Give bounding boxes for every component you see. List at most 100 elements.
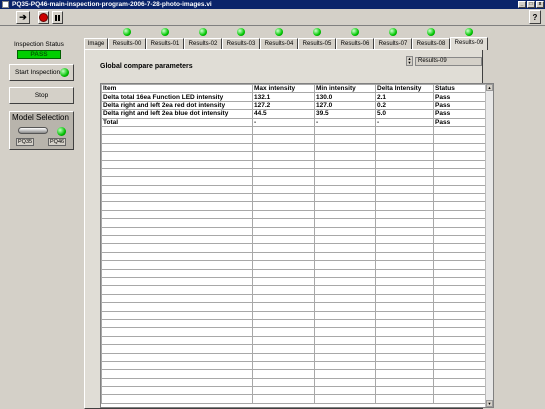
model-option-pq46[interactable]: PQ46: [48, 138, 67, 146]
table-cell: [314, 176, 376, 186]
table-row: [101, 369, 488, 379]
results-selector[interactable]: ▲ ▼ Results-09: [406, 56, 482, 66]
tab-results-05[interactable]: Results-05: [298, 38, 336, 49]
run-arrow-icon[interactable]: ➔: [16, 11, 30, 24]
table-cell: 127.2: [252, 100, 315, 111]
table-cell: [433, 386, 488, 396]
table-cell: [101, 235, 253, 245]
spin-arrows-icon[interactable]: ▲ ▼: [406, 56, 413, 66]
table-row: [101, 327, 488, 337]
table-cell: Delta right and left 2ea red dot intensi…: [101, 100, 253, 111]
table-row: [101, 125, 488, 136]
tab-results-00[interactable]: Results-00: [108, 38, 146, 49]
table-row: [101, 235, 488, 245]
table-cell: [314, 260, 376, 270]
table-cell: [314, 193, 376, 203]
model-switch[interactable]: [18, 127, 48, 134]
toolbar: ➔ ?: [0, 9, 545, 26]
table-cell: [252, 167, 315, 178]
minimize-button[interactable]: _: [518, 1, 526, 8]
table-cell: [375, 251, 434, 262]
column-header: Max intensity: [252, 84, 315, 94]
table-cell: Pass: [433, 109, 488, 119]
start-inspection-button[interactable]: Start Inspection: [9, 64, 74, 81]
table-row: [101, 151, 488, 161]
tab-results-01[interactable]: Results-01: [146, 38, 184, 49]
table-cell: 132.1: [252, 92, 315, 102]
pause-icon[interactable]: [52, 11, 63, 24]
table-cell: [252, 293, 315, 304]
table-cell: [252, 302, 315, 312]
table-cell: [433, 335, 488, 346]
table-cell: [375, 285, 434, 295]
table-cell: [252, 394, 315, 404]
table-cell: [101, 201, 253, 211]
table-row: [101, 209, 488, 220]
table-cell: Pass: [433, 117, 488, 127]
result-led-icon: [237, 28, 245, 36]
tab-results-09[interactable]: Results-09: [450, 37, 488, 50]
table-row: [101, 260, 488, 270]
table-cell: [101, 151, 253, 161]
table-cell: [433, 310, 488, 320]
table-cell: [375, 310, 434, 320]
table-cell: [375, 159, 434, 169]
table-cell: [252, 344, 315, 354]
table-row: Delta total 16ea Function LED intensity 1…: [101, 92, 488, 102]
tab-image[interactable]: Image: [84, 38, 108, 49]
table-cell: [375, 327, 434, 337]
table-cell: [375, 377, 434, 388]
result-led-icon: [123, 28, 131, 36]
tab-results-02[interactable]: Results-02: [184, 38, 222, 49]
table-row: [101, 285, 488, 295]
table-cell: [375, 243, 434, 253]
table-cell: 44.5: [252, 109, 315, 119]
close-button[interactable]: x: [536, 1, 544, 8]
table-cell: [433, 318, 488, 329]
table-cell: [375, 260, 434, 270]
table-row: [101, 293, 488, 304]
tab-results-07[interactable]: Results-07: [374, 38, 412, 49]
table-scrollbar[interactable]: ▲ ▼: [485, 84, 493, 407]
table-cell: [252, 318, 315, 329]
result-led-icon: [465, 28, 473, 36]
table-cell: Total: [101, 117, 253, 127]
model-option-pq35[interactable]: PQ35: [16, 138, 35, 146]
table-cell: [252, 184, 315, 195]
table-cell: [101, 134, 253, 144]
table-row: [101, 394, 488, 404]
table-cell: [314, 151, 376, 161]
table-cell: [314, 344, 376, 354]
table-row: [101, 386, 488, 396]
table-cell: [314, 352, 376, 362]
table-cell: -: [314, 117, 376, 127]
tab-results-06[interactable]: Results-06: [336, 38, 374, 49]
tab-results-08[interactable]: Results-08: [412, 38, 450, 49]
help-icon[interactable]: ?: [529, 10, 541, 24]
table-row: Total - - - Pass: [101, 117, 488, 127]
table-row: [101, 310, 488, 320]
tab-results-03[interactable]: Results-03: [222, 38, 260, 49]
table-cell: Delta right and left 2ea blue dot intens…: [101, 109, 253, 119]
table-cell: [101, 251, 253, 262]
table-cell: [433, 243, 488, 253]
table-cell: [433, 293, 488, 304]
tab-results-04[interactable]: Results-04: [260, 38, 298, 49]
result-led-icon: [427, 28, 435, 36]
table-cell: [433, 260, 488, 270]
table-cell: [252, 285, 315, 295]
maximize-button[interactable]: □: [527, 1, 535, 8]
scroll-up-icon[interactable]: ▲: [486, 84, 493, 91]
scroll-down-icon[interactable]: ▼: [486, 400, 493, 407]
table-cell: [314, 310, 376, 320]
abort-execution-icon[interactable]: [38, 11, 49, 24]
table-cell: [375, 218, 434, 228]
table-cell: [101, 159, 253, 169]
table-cell: [314, 226, 376, 237]
table-cell: [252, 209, 315, 220]
table-cell: [252, 218, 315, 228]
table-cell: [252, 243, 315, 253]
stop-button[interactable]: Stop: [9, 87, 74, 104]
table-cell: [375, 226, 434, 237]
table-row: [101, 276, 488, 287]
